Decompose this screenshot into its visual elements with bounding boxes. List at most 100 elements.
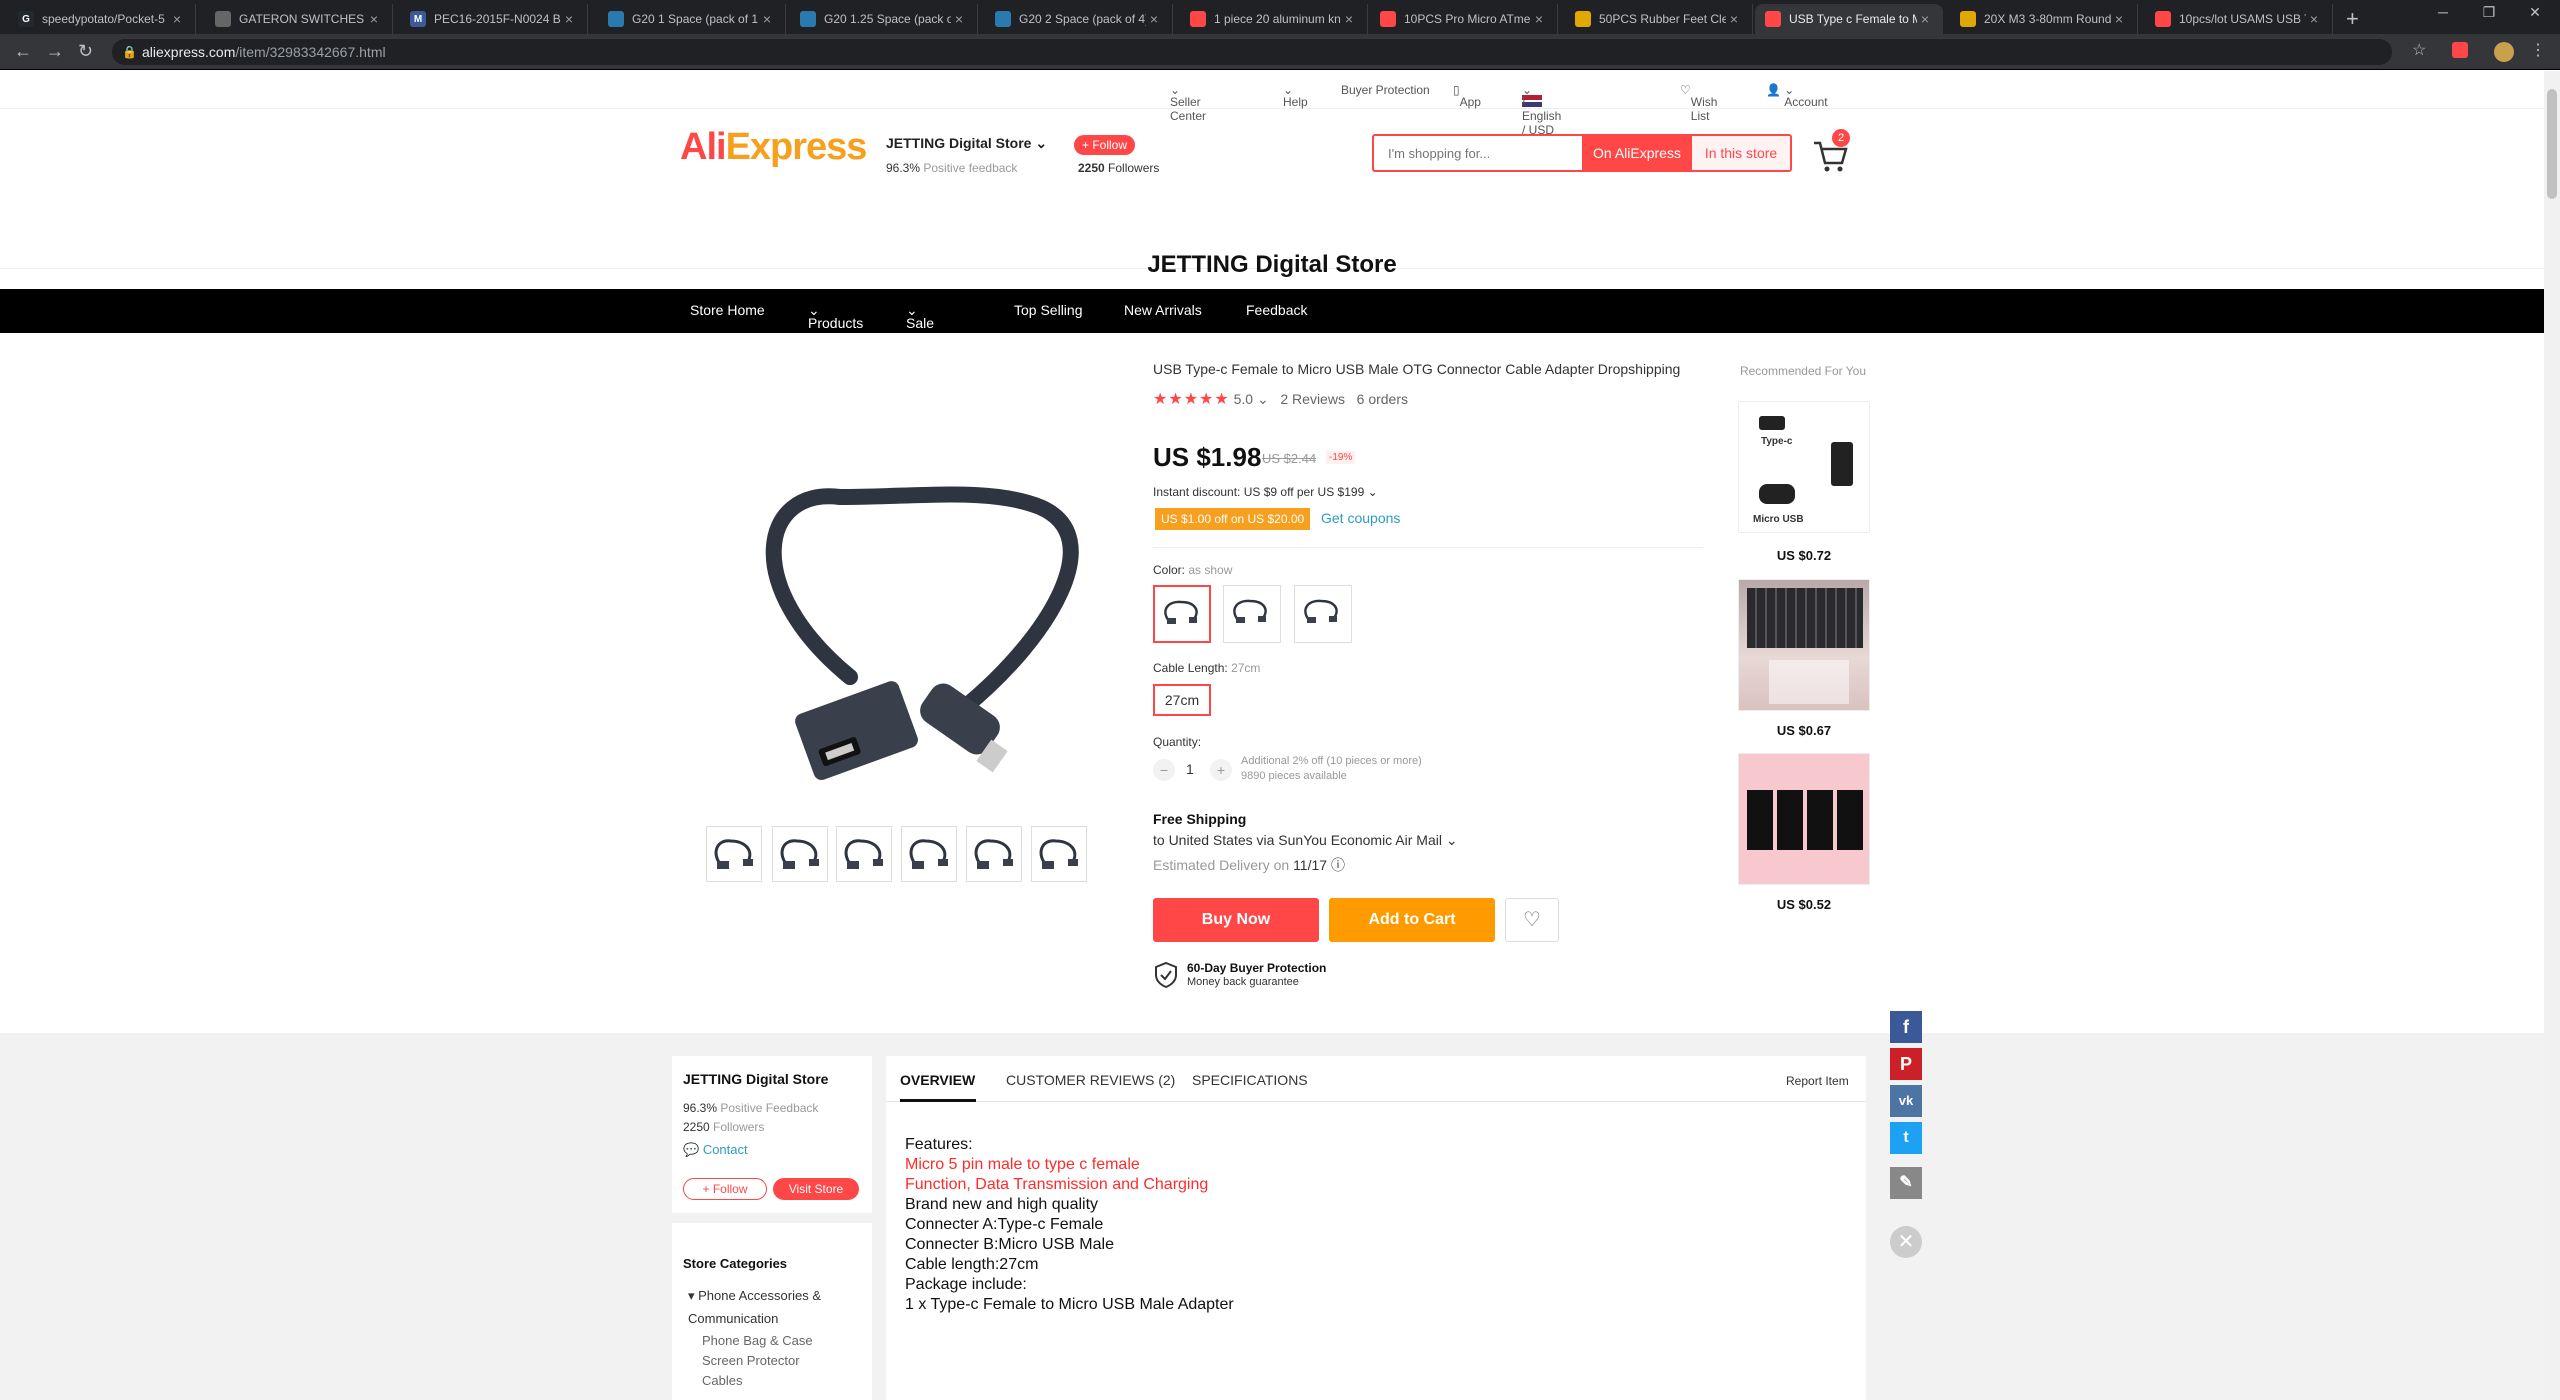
tab-customer-reviews[interactable]: CUSTOMER REVIEWS (2) <box>1006 1072 1175 1088</box>
menu-icon[interactable]: ⋮ <box>2530 40 2546 60</box>
tab-close-icon[interactable]: × <box>2111 11 2127 27</box>
profile-avatar[interactable] <box>2494 42 2514 62</box>
pinterest-share-icon[interactable]: P <box>1890 1048 1922 1080</box>
product-thumbnail[interactable] <box>706 826 762 882</box>
store-nav-feedback[interactable]: Feedback <box>1246 302 1307 318</box>
product-thumbnail[interactable] <box>772 826 828 882</box>
browser-tab[interactable]: 10PCS Pro Micro ATmeg × <box>1370 4 1558 34</box>
category-phone-accessories[interactable]: ▾ Phone Accessories & Communication <box>688 1284 860 1330</box>
recommended-item-1[interactable]: Type-c Micro USB <box>1738 401 1870 533</box>
search-in-store-button[interactable]: In this store <box>1692 136 1790 170</box>
report-item-link[interactable]: Report Item <box>1786 1074 1849 1088</box>
tab-close-icon[interactable]: × <box>1726 11 1742 27</box>
tab-close-icon[interactable]: × <box>2306 11 2322 27</box>
instant-discount[interactable]: Instant discount: US $9 off per US $199 … <box>1153 485 1378 499</box>
buy-now-button[interactable]: Buy Now <box>1153 898 1319 942</box>
add-to-cart-button[interactable]: Add to Cart <box>1329 898 1495 942</box>
quantity-increase-button[interactable]: + <box>1210 759 1232 781</box>
buyer-protection-link[interactable]: Buyer Protection <box>1341 83 1430 97</box>
subcategory-cables[interactable]: Cables <box>702 1373 742 1388</box>
account-link[interactable]: 👤 Account ⌄ <box>1766 83 1828 109</box>
browser-tab[interactable]: 50PCS Rubber Feet Clea × <box>1565 4 1753 34</box>
search-on-aliexpress-button[interactable]: On AliExpress <box>1582 136 1692 170</box>
browser-tab[interactable]: 1 piece 20 aluminum kn × <box>1180 4 1368 34</box>
forward-icon[interactable]: → <box>46 41 64 62</box>
get-coupons-link[interactable]: Get coupons <box>1321 510 1400 526</box>
wishlist-heart-button[interactable]: ♡ <box>1505 898 1559 942</box>
tab-close-icon[interactable]: × <box>759 11 775 27</box>
page-scrollbar[interactable] <box>2544 71 2560 1400</box>
sidebar-store-name[interactable]: JETTING Digital Store <box>683 1071 828 1087</box>
tab-close-icon[interactable]: × <box>1531 11 1547 27</box>
tab-close-icon[interactable]: × <box>1341 11 1357 27</box>
app-link[interactable]: ▯ App <box>1453 83 1481 109</box>
tab-specifications[interactable]: SPECIFICATIONS <box>1192 1072 1308 1088</box>
browser-tab[interactable]: GATERON SWITCHES (1 × <box>205 4 393 34</box>
recommended-item-3[interactable] <box>1738 753 1870 885</box>
wishlist-link[interactable]: ♡ Wish List <box>1680 83 1717 123</box>
minimize-button[interactable]: ─ <box>2420 4 2466 20</box>
url-field[interactable]: 🔒 aliexpress.com/item/32983342667.html <box>112 39 2392 65</box>
store-nav-home[interactable]: Store Home <box>690 302 765 318</box>
browser-tab[interactable]: G20 1.25 Space (pack of × <box>790 4 978 34</box>
store-nav-products[interactable]: Products ⌄ <box>808 302 863 331</box>
tab-close-icon[interactable]: × <box>366 11 382 27</box>
tab-close-icon[interactable]: × <box>1146 11 1162 27</box>
header-store-name[interactable]: JETTING Digital Store ⌄ <box>886 135 1047 152</box>
product-thumbnail[interactable] <box>836 826 892 882</box>
tab-close-icon[interactable]: × <box>561 11 577 27</box>
store-nav-top-selling[interactable]: Top Selling <box>1014 302 1083 318</box>
help-link[interactable]: Help ⌄ <box>1283 83 1308 109</box>
tab-close-icon[interactable]: × <box>169 11 185 27</box>
browser-tab[interactable]: 10pcs/lot USAMS USB T × <box>2145 4 2333 34</box>
facebook-share-icon[interactable]: f <box>1890 1011 1922 1043</box>
close-window-button[interactable]: ✕ <box>2512 4 2558 21</box>
store-nav-sale-items[interactable]: Sale Items ⌄ <box>906 302 940 347</box>
bookmark-star-icon[interactable]: ☆ <box>2412 40 2426 60</box>
visit-store-button[interactable]: Visit Store <box>773 1178 859 1200</box>
header-follow-button[interactable]: + Follow <box>1074 135 1136 155</box>
search-input[interactable] <box>1374 136 1582 170</box>
edit-icon[interactable]: ✎ <box>1890 1167 1922 1199</box>
new-tab-button[interactable]: + <box>2346 6 2359 32</box>
language-selector[interactable]: / English / USD ⌄ <box>1522 83 1561 137</box>
help-circle-icon[interactable]: ⓘ <box>1331 857 1345 873</box>
tab-close-icon[interactable]: × <box>951 11 967 27</box>
aliexpress-logo[interactable]: AliExpress <box>680 126 867 169</box>
twitter-share-icon[interactable]: t <box>1890 1122 1922 1154</box>
browser-tab[interactable]: 20X M3 3-80mm Round × <box>1950 4 2138 34</box>
tab-overview[interactable]: OVERVIEW <box>900 1072 975 1088</box>
subcategory-screen-protector[interactable]: Screen Protector <box>702 1353 800 1368</box>
browser-tab[interactable]: M PEC16-2015F-N0024 Bo × <box>400 4 588 34</box>
shipping-method[interactable]: to United States via SunYou Economic Air… <box>1153 832 1458 849</box>
reload-icon[interactable]: ↻ <box>78 41 93 62</box>
extension-icon[interactable] <box>2452 42 2468 58</box>
quantity-decrease-button[interactable]: − <box>1153 759 1175 781</box>
sidebar-follow-button[interactable]: + Follow <box>683 1178 767 1200</box>
length-option-27cm[interactable]: 27cm <box>1153 684 1211 716</box>
seller-center-link[interactable]: Seller Center ⌄ <box>1170 83 1206 123</box>
browser-tab[interactable]: G20 2 Space (pack of 4) × <box>985 4 1173 34</box>
contact-link[interactable]: 💬 Contact <box>683 1142 748 1158</box>
tab-close-icon[interactable]: × <box>1917 11 1933 27</box>
color-swatch[interactable] <box>1223 585 1281 643</box>
reviews-link[interactable]: 2 Reviews <box>1280 391 1345 407</box>
store-nav-new-arrivals[interactable]: New Arrivals <box>1124 302 1202 318</box>
subcategory-phone-bag[interactable]: Phone Bag & Case <box>702 1333 813 1348</box>
scrollbar-thumb[interactable] <box>2547 89 2557 199</box>
browser-tab[interactable]: Gspeedypotato/Pocket-5 × <box>8 4 196 34</box>
color-swatch[interactable] <box>1294 585 1352 643</box>
back-icon[interactable]: ← <box>14 41 32 62</box>
close-share-icon[interactable]: ✕ <box>1890 1226 1922 1258</box>
product-main-image[interactable] <box>720 407 1090 857</box>
browser-tab[interactable]: USB Type c Female to M × <box>1755 4 1943 34</box>
vk-share-icon[interactable]: vk <box>1890 1085 1922 1117</box>
recommended-item-2[interactable] <box>1738 579 1870 711</box>
quantity-value[interactable]: 1 <box>1186 761 1194 777</box>
browser-tab[interactable]: G20 1 Space (pack of 1 × <box>598 4 786 34</box>
product-thumbnail[interactable] <box>901 826 957 882</box>
maximize-button[interactable]: ❐ <box>2466 4 2512 21</box>
product-thumbnail[interactable] <box>966 826 1022 882</box>
rating-value[interactable]: 5.0 <box>1234 391 1253 407</box>
color-swatch[interactable] <box>1153 585 1211 643</box>
